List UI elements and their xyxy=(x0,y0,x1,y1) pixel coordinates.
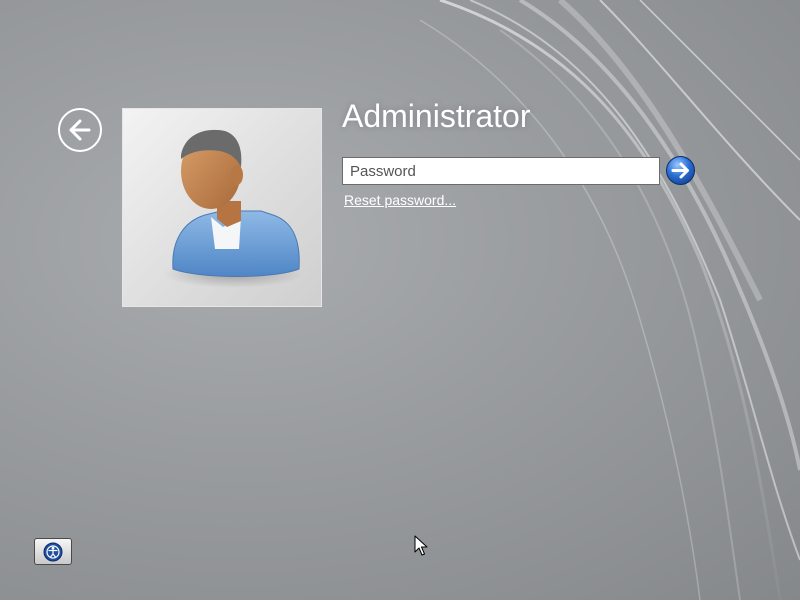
username-label: Administrator xyxy=(342,98,531,134)
submit-button[interactable] xyxy=(665,155,696,186)
mouse-pointer-icon xyxy=(414,535,428,556)
password-field[interactable] xyxy=(342,157,660,185)
ease-of-access-button[interactable] xyxy=(34,538,72,565)
back-arrow-icon xyxy=(69,119,91,141)
user-avatar-icon xyxy=(163,129,303,288)
background-light-streaks xyxy=(419,0,800,600)
reset-password-link[interactable]: Reset password... xyxy=(344,192,456,208)
back-button[interactable] xyxy=(58,108,102,152)
user-avatar xyxy=(122,108,322,307)
ease-of-access-icon xyxy=(43,542,63,561)
